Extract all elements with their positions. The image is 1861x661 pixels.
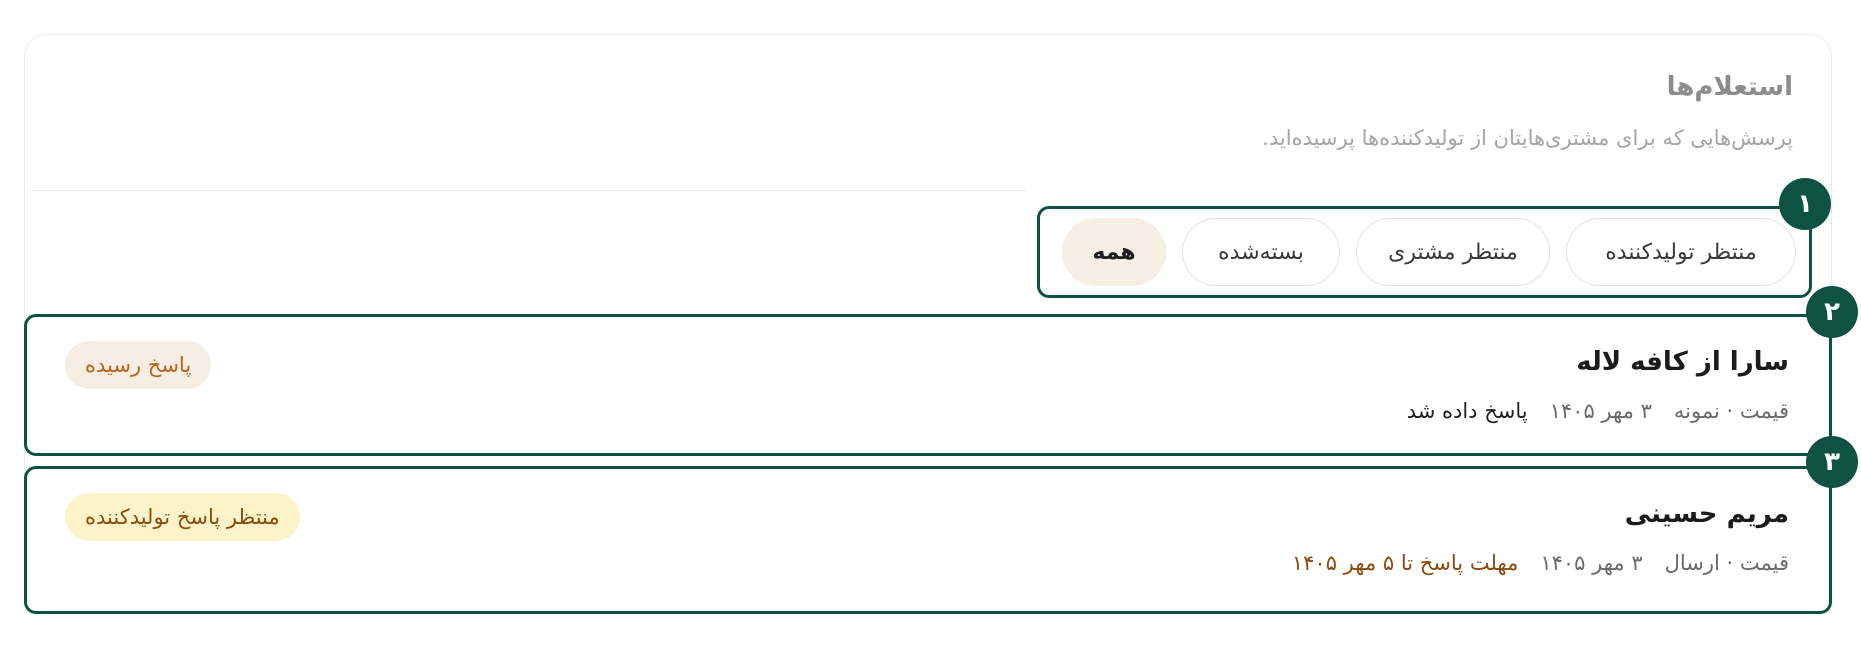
tab-all[interactable]: همه — [1062, 218, 1166, 286]
status-badge: پاسخ رسیده — [65, 341, 212, 389]
page-subtitle: پرسش‌هایی که برای مشتری‌هایتان از تولیدک… — [1262, 126, 1793, 150]
inquiry-customer-name: مریم حسینی — [1624, 499, 1789, 529]
inquiry-topic: قیمت · نمونه — [1673, 399, 1789, 423]
inquiry-card[interactable]: سارا از کافه لاله قیمت · نمونه ۳ مهر ۱۴۰… — [24, 314, 1832, 456]
page-title: استعلام‌ها — [1666, 72, 1793, 102]
inquiries-page: استعلام‌ها پرسش‌هایی که برای مشتری‌هایتا… — [0, 0, 1861, 661]
header-divider — [26, 190, 1026, 191]
tab-waiting-customer[interactable]: منتظر مشتری — [1356, 218, 1550, 286]
inquiry-date: ۳ مهر ۱۴۰۵ — [1540, 551, 1643, 575]
annotation-marker: ۳ — [1806, 436, 1858, 488]
inquiry-meta: قیمت · نمونه ۳ مهر ۱۴۰۵ پاسخ داده شد — [1407, 399, 1789, 423]
annotation-marker: ۲ — [1806, 286, 1858, 338]
inquiry-customer-name: سارا از کافه لاله — [1576, 347, 1789, 377]
inquiry-deadline: مهلت پاسخ تا ۵ مهر ۱۴۰۵ — [1291, 551, 1519, 575]
annotation-marker: ۱ — [1779, 178, 1831, 230]
status-badge: منتظر پاسخ تولیدکننده — [65, 493, 300, 541]
inquiry-date: ۳ مهر ۱۴۰۵ — [1549, 399, 1652, 423]
inquiry-card[interactable]: مریم حسینی قیمت · ارسال ۳ مهر ۱۴۰۵ مهلت … — [24, 466, 1832, 614]
inquiry-meta: قیمت · ارسال ۳ مهر ۱۴۰۵ مهلت پاسخ تا ۵ م… — [1292, 551, 1789, 575]
filter-tabs: منتظر تولیدکننده منتظر مشتری بسته‌شده هم… — [1037, 206, 1812, 298]
inquiry-status-text: پاسخ داده شد — [1406, 399, 1528, 423]
tab-waiting-producer[interactable]: منتظر تولیدکننده — [1566, 218, 1796, 286]
tab-closed[interactable]: بسته‌شده — [1182, 218, 1340, 286]
inquiry-topic: قیمت · ارسال — [1664, 551, 1789, 575]
